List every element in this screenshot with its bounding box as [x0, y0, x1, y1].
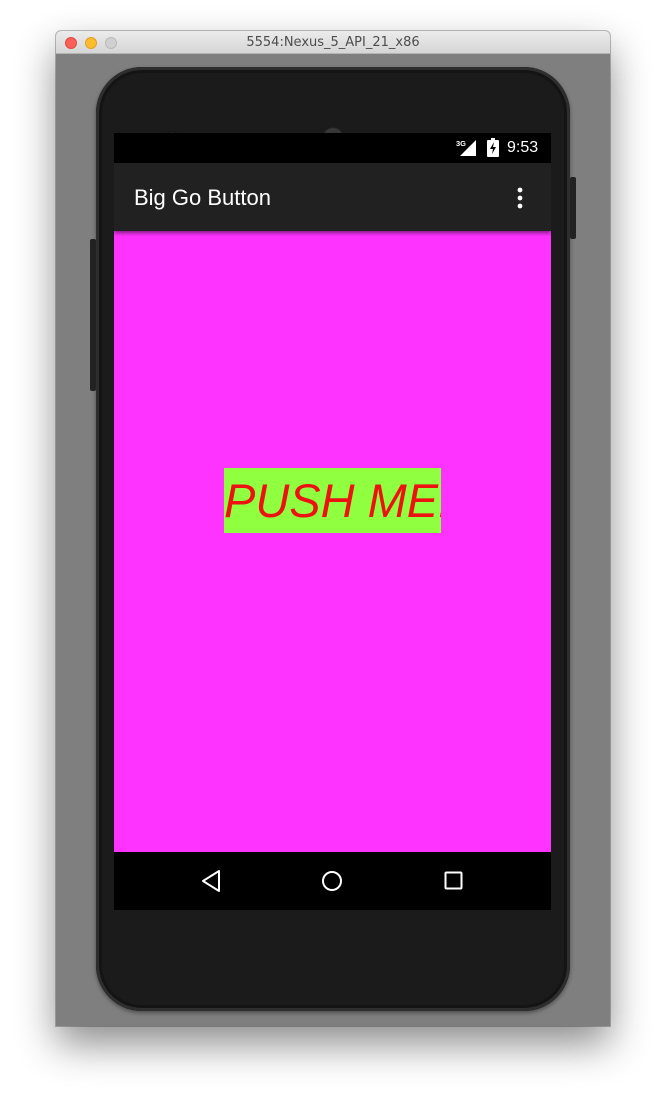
back-icon[interactable] — [200, 869, 222, 893]
volume-rocker — [90, 239, 96, 391]
network-type-label: 3G — [456, 139, 466, 148]
recents-icon[interactable] — [444, 871, 463, 890]
window-title: 5554:Nexus_5_API_21_x86 — [246, 35, 420, 50]
device-screen: 3G 9:53 Big Go Button PUSH ME! — [114, 133, 551, 910]
home-icon[interactable] — [321, 870, 343, 892]
power-button — [570, 177, 576, 239]
app-title: Big Go Button — [134, 185, 271, 210]
emulator-window: 5554:Nexus_5_API_21_x86 3G 9:53 Big Go B… — [56, 31, 610, 1026]
battery-charging-icon — [487, 138, 499, 157]
more-vert-icon[interactable] — [512, 185, 528, 211]
push-me-button[interactable]: PUSH ME! — [224, 468, 441, 533]
signal-icon: 3G — [456, 139, 476, 156]
status-time: 9:53 — [507, 139, 539, 156]
navigation-bar — [114, 852, 551, 910]
window-titlebar[interactable]: 5554:Nexus_5_API_21_x86 — [56, 31, 610, 54]
action-bar: Big Go Button — [114, 163, 551, 231]
main-content: PUSH ME! — [114, 231, 551, 852]
phone-frame: 3G 9:53 Big Go Button PUSH ME! — [90, 67, 576, 1011]
status-bar: 3G 9:53 — [114, 133, 551, 163]
